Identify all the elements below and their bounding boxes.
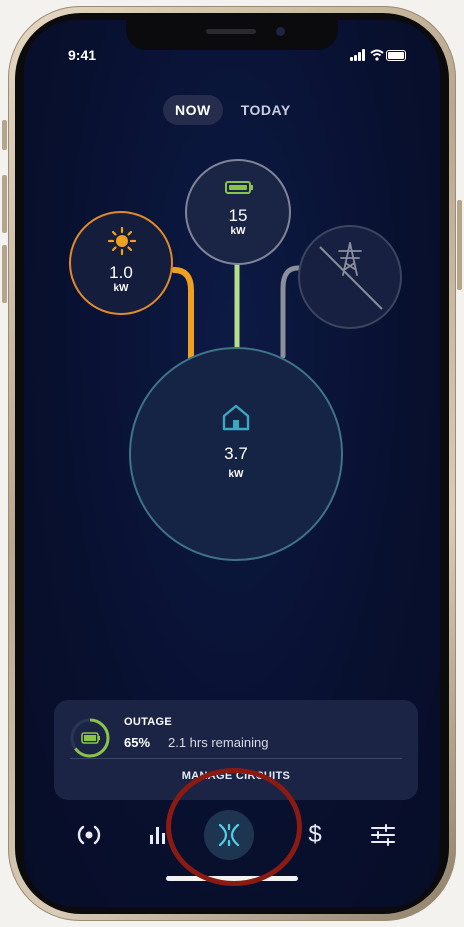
grid-node[interactable] — [298, 225, 402, 329]
annotation-circle — [166, 768, 302, 886]
sun-icon — [108, 227, 136, 255]
solar-value: 1.0 — [109, 263, 133, 282]
status-icon — [77, 825, 101, 845]
solar-node[interactable]: 1.0 kW — [69, 211, 173, 315]
time-remaining: 2.1 hrs remaining — [168, 735, 269, 750]
battery-value: 15 — [228, 206, 248, 225]
sliders-icon — [371, 824, 395, 846]
tab-settings[interactable] — [358, 810, 408, 860]
dollar-icon: $ — [308, 821, 322, 848]
house-icon — [222, 404, 250, 431]
solar-flow-line — [171, 267, 194, 363]
offline-slash — [319, 246, 383, 310]
home-unit: kW — [228, 469, 244, 480]
mute-switch — [2, 120, 7, 150]
battery-icon — [81, 732, 100, 744]
home-node[interactable]: 3.7 kW — [129, 347, 343, 561]
battery-percent: 65% — [124, 735, 151, 750]
volume-down-button — [2, 245, 7, 303]
grid-flow-line — [280, 265, 301, 359]
battery-icon — [225, 181, 253, 194]
card-divider — [70, 758, 402, 759]
battery-unit: kW — [230, 226, 246, 237]
battery-charge-ring — [70, 718, 110, 758]
solar-unit: kW — [113, 283, 129, 294]
volume-up-button — [2, 175, 7, 233]
battery-node[interactable]: 15 kW — [185, 159, 291, 265]
tab-status[interactable] — [64, 810, 114, 860]
outage-title: OUTAGE — [124, 716, 173, 728]
power-button — [457, 200, 462, 290]
home-value: 3.7 — [224, 444, 248, 463]
